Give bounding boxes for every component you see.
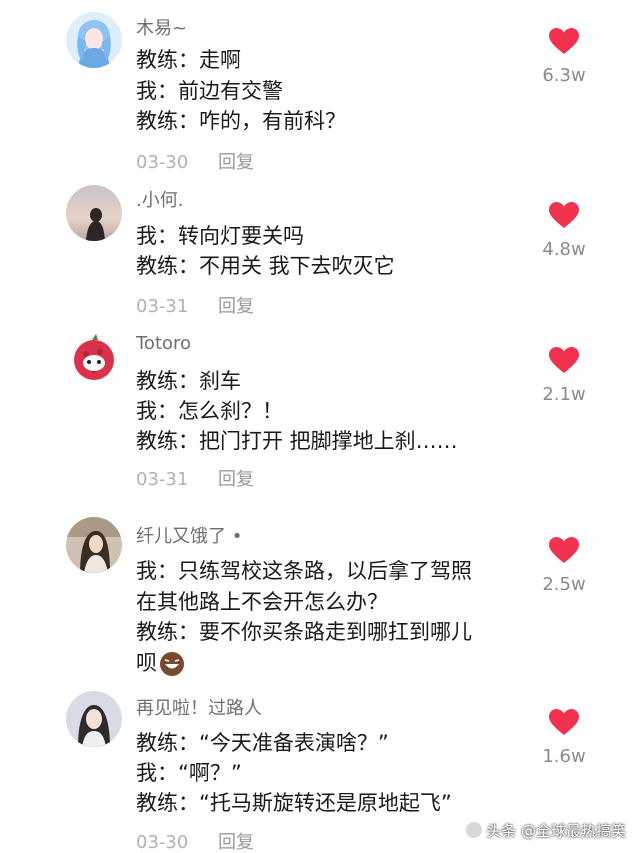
avatar[interactable] xyxy=(66,691,122,747)
comment-text: 在其他路上不会开怎么办？ xyxy=(136,590,388,614)
comment-meta: 03-30 回复 xyxy=(136,828,254,853)
heart-icon xyxy=(549,709,579,735)
like-button[interactable]: 4.8w xyxy=(538,201,590,260)
reply-button[interactable]: 回复 xyxy=(218,832,254,853)
comment-meta: 03-31 回复 xyxy=(136,292,254,318)
like-button[interactable]: 2.5w xyxy=(538,536,590,595)
comment-meta: 03-30 回复 xyxy=(136,148,254,174)
comment-date: 03-31 xyxy=(136,296,189,317)
laughing-emoji-icon xyxy=(160,652,184,676)
like-count: 4.8w xyxy=(542,239,586,260)
comment-text: 我：“啊？” xyxy=(136,761,242,785)
anime-girl-avatar-icon xyxy=(66,12,122,68)
avatar[interactable] xyxy=(66,330,122,386)
comment-text-last: 呗 xyxy=(136,649,185,677)
like-button[interactable]: 1.6w xyxy=(538,708,590,767)
watermark: 头条 @全球最热搞笑 xyxy=(466,820,626,841)
like-button[interactable]: 6.3w xyxy=(538,27,590,86)
comment-text: 我：转向灯要关吗 xyxy=(136,224,304,248)
comment-date: 03-30 xyxy=(136,832,189,853)
username[interactable]: .小何. xyxy=(136,186,183,212)
comment-meta: 03-31 回复 xyxy=(136,465,254,491)
comment-text: 教练：咋的，有前科？ xyxy=(136,109,346,133)
heart-icon xyxy=(549,202,579,228)
username[interactable]: 纤儿又饿了 • xyxy=(136,522,242,548)
heart-icon xyxy=(549,28,579,54)
like-button[interactable]: 2.1w xyxy=(538,346,590,405)
girl-portrait-avatar-icon xyxy=(66,691,122,747)
heart-icon xyxy=(549,347,579,373)
comment-text: 教练：走啊 xyxy=(136,48,241,72)
comment-text: 呗 xyxy=(136,651,157,675)
like-count: 1.6w xyxy=(542,746,586,767)
reply-button[interactable]: 回复 xyxy=(218,296,254,317)
comment-text: 教练：把门打开 把脚撑地上刹…… xyxy=(136,429,458,453)
watermark-text: 头条 @全球最热搞笑 xyxy=(486,822,626,840)
like-count: 2.1w xyxy=(542,384,586,405)
sunset-silhouette-avatar-icon xyxy=(66,185,122,241)
username[interactable]: Totoro xyxy=(136,333,191,354)
comment-text: 教练：“今天准备表演啥？” xyxy=(136,731,389,755)
comment-text: 我：前边有交警 xyxy=(136,79,283,103)
reply-button[interactable]: 回复 xyxy=(218,469,254,490)
watermark-logo-icon xyxy=(466,822,483,838)
comment-date: 03-30 xyxy=(136,152,189,173)
like-count: 6.3w xyxy=(542,65,586,86)
comment-text: 教练：“托马斯旋转还是原地起飞” xyxy=(136,791,452,815)
username[interactable]: 木易~ xyxy=(136,14,187,40)
avatar[interactable] xyxy=(66,517,122,573)
comment-text: 教练：要不你买条路走到哪扛到哪儿 xyxy=(136,620,472,644)
comment-text: 我：怎么刹？！ xyxy=(136,399,283,423)
avatar[interactable] xyxy=(66,12,122,68)
username[interactable]: 再见啦！过路人 xyxy=(136,694,262,720)
avatar[interactable] xyxy=(66,185,122,241)
girl-photo-avatar-icon xyxy=(66,517,122,573)
comment-text: 教练：刹车 xyxy=(136,369,241,393)
like-count: 2.5w xyxy=(542,574,586,595)
reply-button[interactable]: 回复 xyxy=(218,152,254,173)
comment-text: 我：只练驾校这条路，以后拿了驾照 xyxy=(136,559,472,583)
heart-icon xyxy=(549,537,579,563)
comment-date: 03-31 xyxy=(136,469,189,490)
comment-text: 教练：不用关 我下去吹灭它 xyxy=(136,254,395,278)
lychee-character-avatar-icon xyxy=(66,330,122,386)
